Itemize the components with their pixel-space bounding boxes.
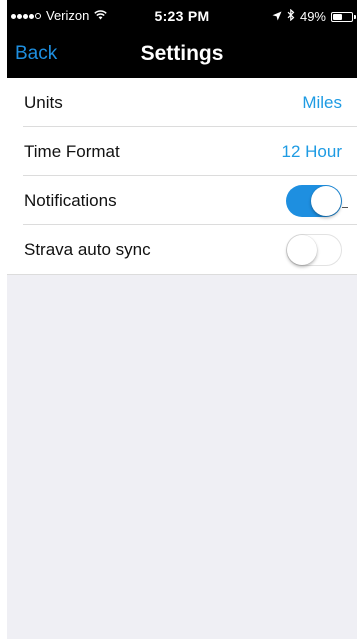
status-bar: Verizon 5:23 PM 49% [7,0,357,30]
notifications-toggle[interactable] [286,185,348,217]
battery-icon [331,11,356,22]
settings-row-notifications: Notifications [7,176,357,225]
units-value[interactable]: Miles [302,93,342,113]
nav-bar: Back Settings [7,30,357,78]
toggle-knob [287,235,317,265]
strava-label: Strava auto sync [24,240,151,259]
settings-list: Units Miles Time Format 12 Hour Notifica… [7,78,357,274]
empty-background [7,274,357,639]
time-format-label: Time Format [24,142,120,161]
header: Verizon 5:23 PM 49% Back Settings [7,0,357,78]
strava-sync-toggle[interactable] [286,234,342,266]
toggle-knob [311,186,341,216]
bluetooth-icon [287,8,295,24]
notifications-label: Notifications [24,191,117,210]
settings-screen: Verizon 5:23 PM 49% Back Settings Units … [0,0,357,639]
status-right: 49% [267,8,356,24]
location-arrow-icon [272,10,282,24]
time-format-value[interactable]: 12 Hour [282,142,342,162]
settings-row-strava: Strava auto sync [7,225,357,274]
settings-row-time-format[interactable]: Time Format 12 Hour [7,127,357,176]
units-label: Units [24,93,63,112]
page-title: Settings [140,42,224,65]
battery-percent: 49% [299,8,326,24]
tick-mark [342,207,348,208]
settings-row-units[interactable]: Units Miles [7,78,357,127]
